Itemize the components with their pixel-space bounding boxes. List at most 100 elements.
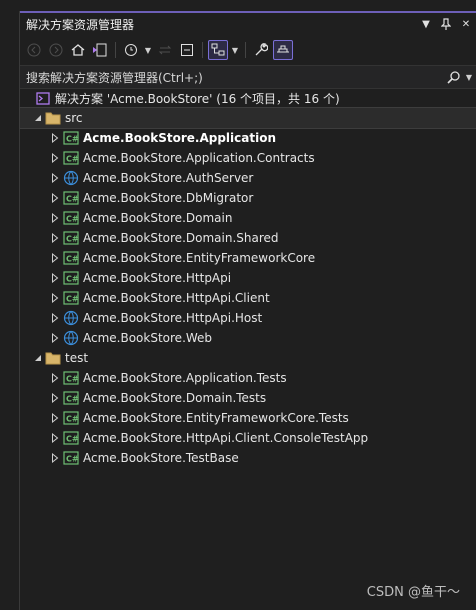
solution-label: 解决方案 'Acme.BookStore' (16 个项目，共 16 个) bbox=[55, 91, 340, 106]
csharp-project-icon: C# bbox=[62, 128, 80, 148]
forward-button[interactable] bbox=[46, 40, 66, 60]
project-node[interactable]: Acme.BookStore.Web bbox=[20, 328, 476, 348]
folder-label: src bbox=[65, 111, 83, 125]
expand-arrow-icon[interactable] bbox=[48, 368, 62, 388]
chevron-down-icon[interactable]: ▼ bbox=[143, 40, 153, 60]
toolbar-separator bbox=[115, 42, 116, 58]
pin-icon[interactable] bbox=[436, 14, 456, 34]
pending-changes-filter-button[interactable] bbox=[121, 40, 141, 60]
project-node[interactable]: Acme.BookStore.HttpApi.Host bbox=[20, 308, 476, 328]
collapse-arrow-icon[interactable] bbox=[30, 348, 44, 368]
project-node[interactable]: C# Acme.BookStore.TestBase bbox=[20, 448, 476, 468]
properties-button[interactable] bbox=[251, 40, 271, 60]
project-node[interactable]: C# Acme.BookStore.EntityFrameworkCore.Tes… bbox=[20, 408, 476, 428]
svg-text:C#: C# bbox=[66, 375, 79, 384]
project-node[interactable]: C# Acme.BookStore.HttpApi bbox=[20, 268, 476, 288]
csharp-project-icon: C# bbox=[62, 448, 80, 468]
expand-arrow-icon[interactable] bbox=[48, 248, 62, 268]
folder-node-src[interactable]: src bbox=[19, 107, 476, 129]
preview-selected-items-button[interactable] bbox=[273, 40, 293, 60]
web-project-icon bbox=[62, 328, 80, 348]
expand-arrow-icon[interactable] bbox=[48, 388, 62, 408]
vs-switch-views-icon bbox=[93, 43, 107, 57]
folder-icon bbox=[44, 108, 62, 128]
project-label: Acme.BookStore.Application.Contracts bbox=[83, 151, 315, 165]
search-input[interactable]: 搜索解决方案资源管理器(Ctrl+;) bbox=[26, 69, 444, 86]
expand-arrow-icon[interactable] bbox=[48, 148, 62, 168]
watermark: CSDN @鱼干～ bbox=[366, 585, 460, 600]
project-node[interactable]: C# Acme.BookStore.Application bbox=[20, 128, 476, 148]
project-node[interactable]: C# Acme.BookStore.EntityFrameworkCore bbox=[20, 248, 476, 268]
folder-node-test[interactable]: test bbox=[20, 348, 476, 368]
project-label: Acme.BookStore.Domain bbox=[83, 211, 233, 225]
folder-icon bbox=[44, 348, 62, 368]
project-node[interactable]: C# Acme.BookStore.Application.Contracts bbox=[20, 148, 476, 168]
window-position-dropdown-icon[interactable]: ▼ bbox=[416, 14, 436, 34]
expand-arrow-icon[interactable] bbox=[48, 128, 62, 148]
search-icon[interactable] bbox=[444, 70, 462, 84]
expand-arrow-icon[interactable] bbox=[48, 228, 62, 248]
expand-arrow-icon[interactable] bbox=[48, 288, 62, 308]
project-label: Acme.BookStore.EntityFrameworkCore.Tests bbox=[83, 411, 349, 425]
expand-arrow-icon[interactable] bbox=[48, 208, 62, 228]
project-label: Acme.BookStore.Application bbox=[83, 131, 276, 145]
expand-arrow-icon[interactable] bbox=[48, 168, 62, 188]
svg-text:C#: C# bbox=[66, 135, 79, 144]
expand-arrow-icon[interactable] bbox=[48, 188, 62, 208]
svg-text:C#: C# bbox=[66, 215, 79, 224]
solution-node[interactable]: 解决方案 'Acme.BookStore' (16 个项目，共 16 个) bbox=[20, 88, 476, 108]
toolbar-separator bbox=[202, 42, 203, 58]
project-node[interactable]: C# Acme.BookStore.Domain.Shared bbox=[20, 228, 476, 248]
csharp-project-icon: C# bbox=[62, 188, 80, 208]
project-node[interactable]: C# Acme.BookStore.HttpApi.Client bbox=[20, 288, 476, 308]
show-all-files-button[interactable] bbox=[208, 40, 228, 60]
panel-title: 解决方案资源管理器 bbox=[26, 17, 135, 32]
expand-arrow-icon[interactable] bbox=[48, 308, 62, 328]
web-project-icon bbox=[62, 168, 80, 188]
expand-arrow-icon[interactable] bbox=[48, 268, 62, 288]
collapse-all-button[interactable] bbox=[177, 40, 197, 60]
csharp-project-icon: C# bbox=[62, 368, 80, 388]
hierarchy-icon bbox=[211, 43, 225, 56]
project-node[interactable]: C# Acme.BookStore.Application.Tests bbox=[20, 368, 476, 388]
chevron-down-icon[interactable]: ▼ bbox=[230, 40, 240, 60]
project-node[interactable]: Acme.BookStore.AuthServer bbox=[20, 168, 476, 188]
web-project-icon bbox=[62, 308, 80, 328]
project-label: Acme.BookStore.DbMigrator bbox=[83, 191, 254, 205]
back-button[interactable] bbox=[24, 40, 44, 60]
expand-arrow-icon[interactable] bbox=[48, 408, 62, 428]
search-options-chevron-icon[interactable]: ▼ bbox=[462, 73, 476, 82]
expand-arrow-icon[interactable] bbox=[48, 448, 62, 468]
switch-views-button[interactable] bbox=[90, 40, 110, 60]
collapse-arrow-icon[interactable] bbox=[30, 108, 44, 128]
forward-arrow-icon bbox=[49, 43, 63, 57]
project-label: Acme.BookStore.EntityFrameworkCore bbox=[83, 251, 316, 265]
expand-arrow-icon[interactable] bbox=[48, 328, 62, 348]
svg-text:C#: C# bbox=[66, 295, 79, 304]
home-icon bbox=[71, 44, 85, 56]
project-node[interactable]: C# Acme.BookStore.DbMigrator bbox=[20, 188, 476, 208]
project-label: Acme.BookStore.Application.Tests bbox=[83, 371, 287, 385]
search-bar[interactable]: 搜索解决方案资源管理器(Ctrl+;) ▼ bbox=[20, 65, 476, 89]
svg-text:C#: C# bbox=[66, 275, 79, 284]
wrench-icon bbox=[255, 43, 268, 56]
project-label: Acme.BookStore.Domain.Tests bbox=[83, 391, 267, 405]
home-button[interactable] bbox=[68, 40, 88, 60]
csharp-project-icon: C# bbox=[62, 228, 80, 248]
expand-arrow-icon[interactable] bbox=[48, 428, 62, 448]
folder-label: test bbox=[65, 351, 89, 365]
project-node[interactable]: C# Acme.BookStore.Domain.Tests bbox=[20, 388, 476, 408]
project-node[interactable]: C# Acme.BookStore.Domain bbox=[20, 208, 476, 228]
csharp-project-icon: C# bbox=[62, 248, 80, 268]
sync-with-active-document-button[interactable] bbox=[155, 40, 175, 60]
solution-tree: 解决方案 'Acme.BookStore' (16 个项目，共 16 个) src… bbox=[19, 88, 476, 468]
svg-text:C#: C# bbox=[66, 395, 79, 404]
project-node[interactable]: C# Acme.BookStore.HttpApi.Client.ConsoleT… bbox=[20, 428, 476, 448]
close-icon[interactable]: ✕ bbox=[456, 14, 476, 34]
svg-text:C#: C# bbox=[66, 435, 79, 444]
svg-text:C#: C# bbox=[66, 195, 79, 204]
csharp-project-icon: C# bbox=[62, 268, 80, 288]
project-label: Acme.BookStore.Domain.Shared bbox=[83, 231, 279, 245]
collapse-all-icon bbox=[181, 44, 193, 56]
csharp-project-icon: C# bbox=[62, 408, 80, 428]
